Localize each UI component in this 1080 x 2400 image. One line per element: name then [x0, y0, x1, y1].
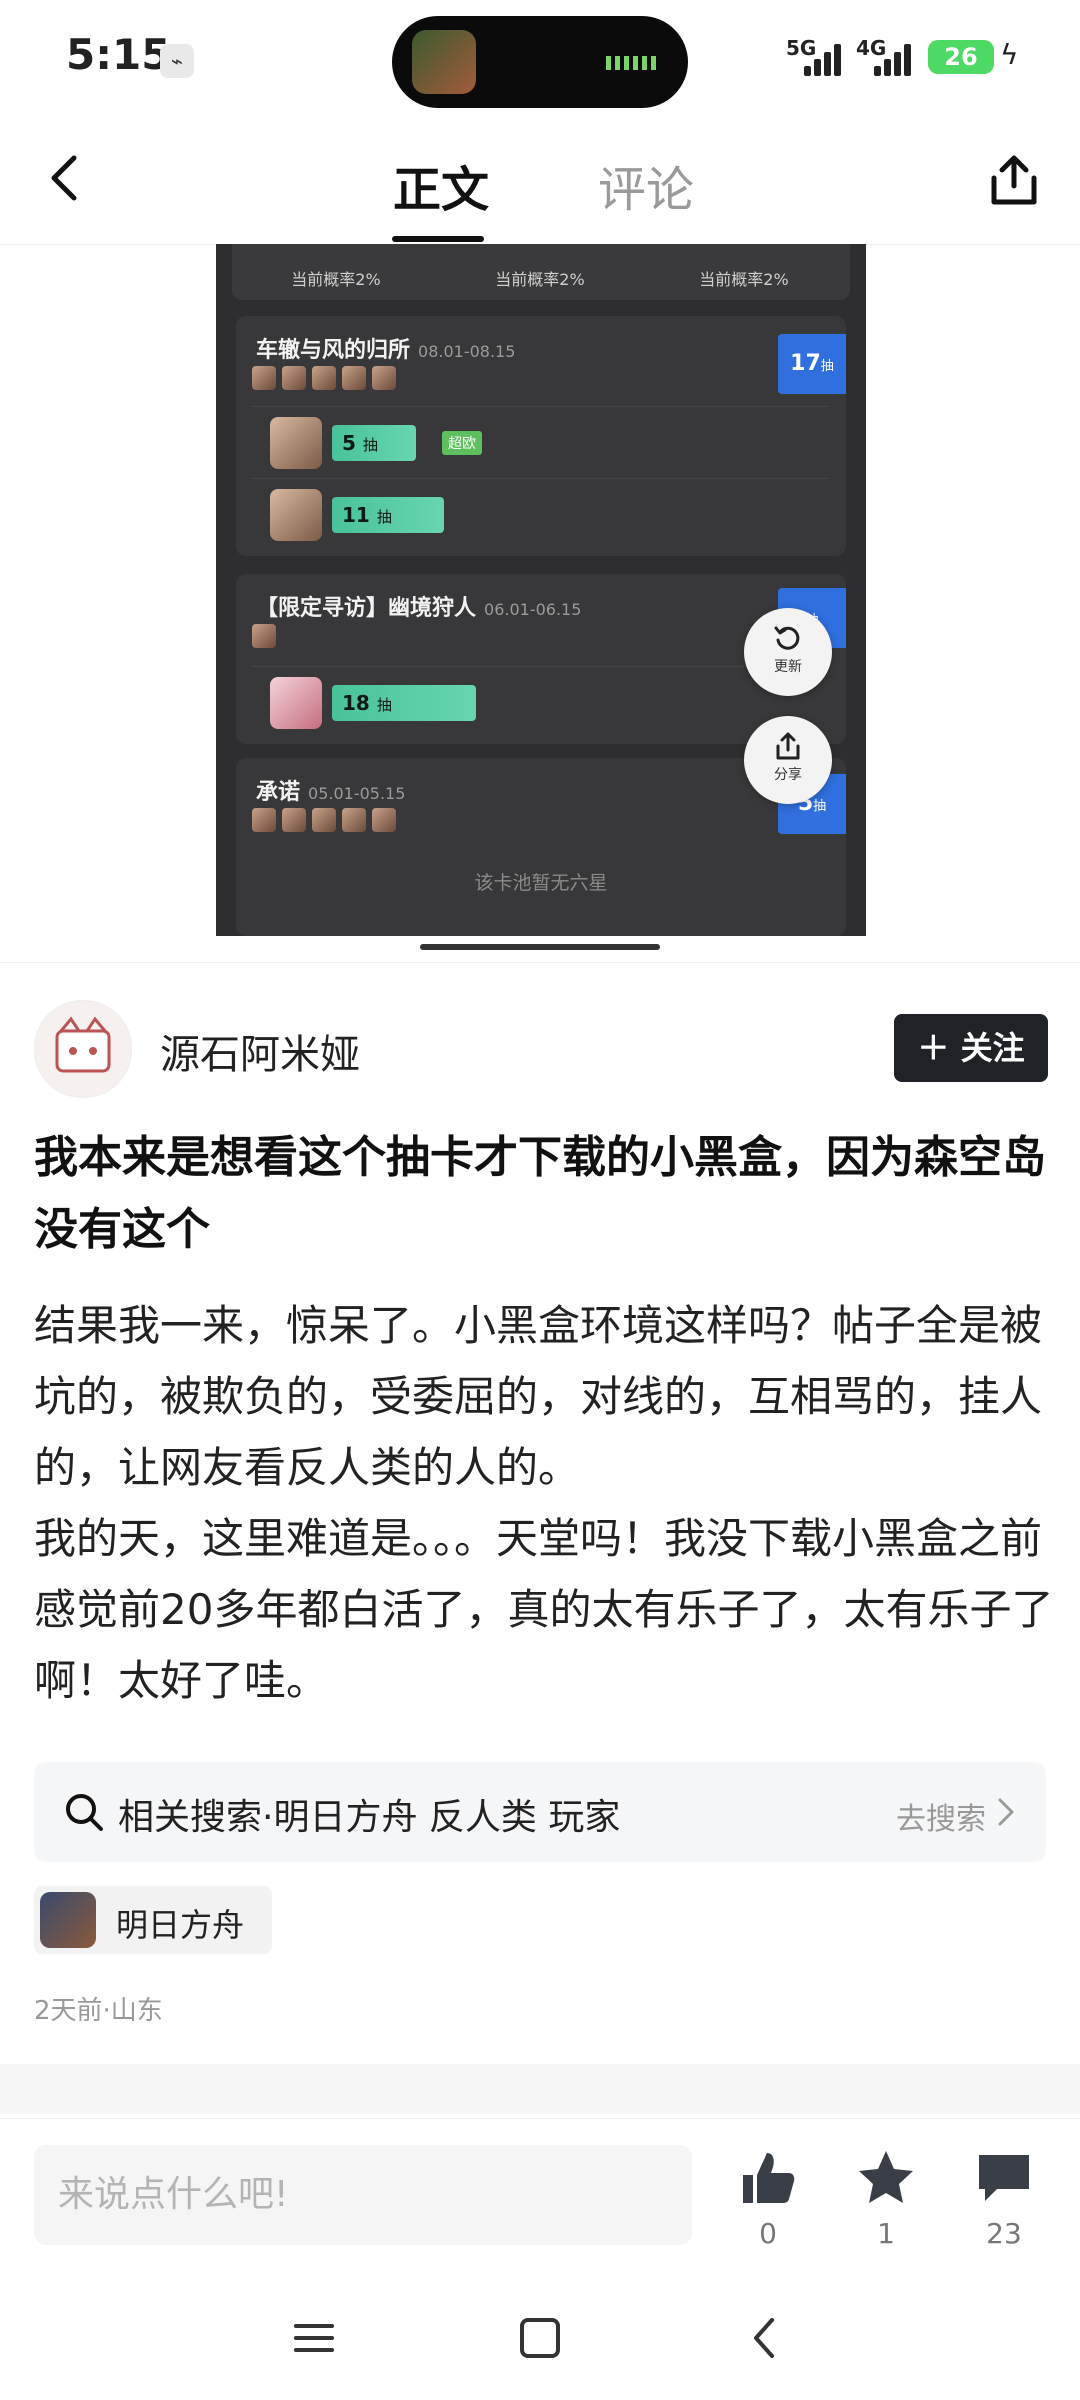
chevron-right-icon — [998, 1798, 1014, 1826]
comments-header: 评论 23 热门 — [0, 2064, 1080, 2114]
avatar-icon — [55, 1016, 111, 1073]
like-count: 0 — [759, 2217, 777, 2250]
menu-icon — [294, 2324, 334, 2352]
operator-avatar — [270, 677, 322, 729]
favorite-button[interactable]: 1 — [846, 2147, 926, 2250]
signal-bars-icon-2 — [870, 42, 914, 76]
clock: 5:15 — [66, 30, 171, 79]
prob-label: 当前概率2% — [699, 270, 789, 289]
pull-count-bar: 18 抽 — [332, 685, 476, 721]
post-body: 结果我一来，惊呆了。小黑盒环境这样吗？帖子全是被坑的，被欺负的，受委屈的，对线的… — [34, 1290, 1054, 1716]
home-button[interactable] — [512, 2310, 568, 2366]
chevron-left-icon — [51, 155, 77, 201]
share-button[interactable] — [984, 150, 1044, 210]
charging-icon: ϟ — [1000, 38, 1019, 71]
pool-card: 车辙与风的归所 08.01-08.15 17抽 5 抽 超欧 11 抽 — [236, 316, 846, 556]
thumbs-up-icon — [743, 2153, 795, 2203]
prob-label: 当前概率2% — [495, 270, 585, 289]
audio-wave-icon — [606, 56, 658, 70]
follow-button[interactable]: ＋ 关注 — [894, 1014, 1048, 1082]
divider — [0, 962, 1080, 963]
chevron-left-icon — [754, 2318, 774, 2358]
sort-hot-button[interactable]: 热门 — [978, 2104, 1046, 2114]
post-title: 我本来是想看这个抽卡才下载的小黑盒，因为森空岛没有这个 — [34, 1132, 1046, 1255]
comment-bubble-icon — [979, 2155, 1029, 2201]
comment-input[interactable]: 来说点什么吧! — [34, 2145, 692, 2245]
pull-row: 18 抽 — [252, 666, 830, 737]
plus-icon: ＋ — [917, 1029, 950, 1067]
operator-avatar — [270, 489, 322, 541]
operator-icons — [252, 808, 402, 836]
go-search-link[interactable]: 去搜索 — [896, 1794, 986, 1838]
post-paragraph: 结果我一来，惊呆了。小黑盒环境这样吗？帖子全是被坑的，被欺负的，受委屈的，对线的… — [34, 1301, 1043, 1492]
square-icon — [520, 2318, 560, 2358]
post-image[interactable]: 当前概率2% 当前概率2% 当前概率2% 车辙与风的归所 08.01-08.15 … — [216, 244, 866, 936]
lucky-tag: 超欧 — [442, 431, 482, 455]
post-paragraph: 我的天，这里难道是。。。天堂吗！我没下载小黑盒之前感觉前20多年都白活了，真的太… — [34, 1514, 1054, 1705]
image-share-button[interactable]: 分享 — [744, 716, 832, 804]
system-back-button[interactable] — [738, 2310, 794, 2366]
favorite-count: 1 — [877, 2217, 895, 2250]
share-icon — [991, 155, 1037, 205]
tab-main-text[interactable]: 正文 — [393, 150, 489, 220]
post-meta: 2天前·山东 — [34, 1996, 163, 2026]
related-search-bar[interactable]: 相关搜索·明日方舟 反人类 玩家 去搜索 — [34, 1762, 1046, 1862]
tab-comments[interactable]: 评论 — [598, 150, 694, 220]
author-name[interactable]: 源石阿米娅 — [160, 1022, 360, 1080]
comment-button[interactable]: 23 — [964, 2147, 1044, 2250]
back-button[interactable] — [36, 148, 96, 208]
no-six-star-text: 该卡池暂无六星 — [474, 872, 608, 894]
pull-count-bar: 11 抽 — [332, 497, 444, 533]
signal-bars-icon — [800, 42, 844, 76]
follow-label: 关注 — [960, 1029, 1025, 1067]
comment-count: 23 — [986, 2217, 1022, 2250]
refresh-button[interactable]: 更新 — [744, 608, 832, 696]
island-avatar — [412, 30, 476, 94]
dynamic-island — [392, 16, 688, 108]
prob-label: 当前概率2% — [291, 270, 381, 289]
share-icon — [776, 732, 800, 760]
probability-row: 当前概率2% 当前概率2% 当前概率2% — [232, 244, 850, 300]
like-button[interactable]: 0 — [728, 2147, 808, 2250]
pull-count-bar: 5 抽 — [332, 425, 416, 461]
pool-title: 承诺 05.01-05.15 — [256, 780, 406, 805]
refresh-label: 更新 — [774, 659, 802, 675]
pool-date: 06.01-06.15 — [484, 600, 582, 619]
operator-avatar — [270, 417, 322, 469]
battery-indicator: 26 — [928, 40, 994, 74]
operator-icons — [252, 366, 402, 394]
related-search-label: 相关搜索·明日方舟 反人类 玩家 — [118, 1797, 621, 1838]
pool-pull-count-badge: 17抽 — [778, 334, 846, 394]
pool-date: 08.01-08.15 — [418, 342, 516, 361]
pool-title: 【限定寻访】幽境狩人 06.01-06.15 — [256, 596, 582, 621]
pool-date: 05.01-05.15 — [308, 784, 406, 803]
app-notification-icon: ⌁ — [160, 44, 194, 78]
comments-count-label: 评论 23 — [34, 2104, 156, 2114]
topic-label: 明日方舟 — [116, 1906, 245, 1944]
top-nav: 正文 评论 — [0, 120, 1080, 245]
author-avatar[interactable] — [34, 1000, 132, 1098]
active-tab-indicator — [392, 236, 484, 242]
operator-icons — [252, 624, 282, 652]
status-bar: 5:15 ⌁ 5G 4G 26 ϟ — [0, 0, 1080, 120]
search-icon — [66, 1794, 103, 1831]
pull-row: 5 抽 超欧 — [252, 406, 830, 477]
pool-title: 车辙与风的归所 08.01-08.15 — [256, 338, 516, 363]
topic-chip[interactable]: 明日方舟 — [34, 1886, 272, 1954]
pull-row: 11 抽 — [252, 478, 830, 549]
system-nav-bar — [0, 2288, 1080, 2400]
menu-button[interactable] — [286, 2310, 342, 2366]
game-icon — [40, 1892, 96, 1948]
share-label: 分享 — [774, 767, 802, 783]
refresh-icon — [774, 626, 800, 650]
image-scroll-indicator — [420, 944, 660, 950]
bottom-action-bar: 来说点什么吧! 0 1 23 — [0, 2118, 1080, 2289]
star-icon — [859, 2151, 913, 2203]
